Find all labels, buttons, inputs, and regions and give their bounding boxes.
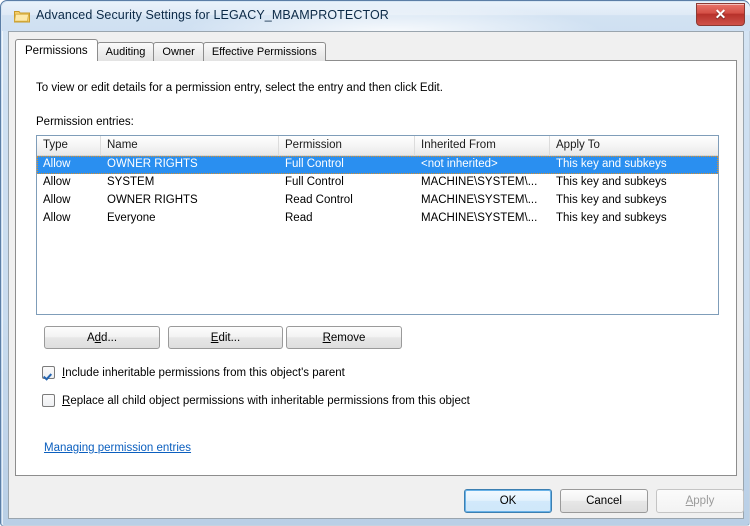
remove-button[interactable]: Remove	[286, 326, 402, 349]
cell-inherited-from: <not inherited>	[421, 158, 498, 170]
table-row[interactable]: Allow OWNER RIGHTS Full Control <not inheri…	[37, 156, 718, 174]
tab-strip: Permissions Auditing Owner Effective Per…	[15, 39, 326, 61]
replace-child-permissions-checkbox[interactable]	[42, 394, 55, 407]
table-row[interactable]: Allow SYSTEM Full Control MACHINE\SYSTEM\..…	[37, 174, 718, 192]
close-icon: ✕	[714, 6, 727, 22]
tab-permissions-label: Permissions	[25, 44, 88, 57]
tab-owner[interactable]: Owner	[153, 42, 204, 61]
include-inheritable-permissions-label: Include inheritable permissions from thi…	[62, 366, 345, 379]
table-row[interactable]: Allow OWNER RIGHTS Read Control MACHINE\SYS…	[37, 192, 718, 210]
add-button-label-post: d...	[101, 331, 118, 344]
column-header-type[interactable]: Type	[37, 136, 101, 156]
instruction-text: To view or edit details for a permission…	[36, 82, 443, 94]
ok-button[interactable]: OK	[464, 489, 552, 513]
dialog-client-area: Permissions Auditing Owner Effective Per…	[8, 31, 744, 519]
cell-type: Allow	[43, 158, 71, 170]
cell-type: Allow	[43, 194, 71, 206]
apply-button-accelerator: A	[685, 495, 694, 507]
add-button-label-pre: A	[86, 331, 95, 344]
window-title: Advanced Security Settings for LEGACY_MB…	[36, 8, 389, 22]
ok-button-label: OK	[499, 495, 517, 507]
column-header-inherited-from[interactable]: Inherited From	[415, 136, 550, 156]
cell-permission: Read Control	[285, 194, 353, 206]
list-body: Allow OWNER RIGHTS Full Control <not inheri…	[37, 156, 718, 228]
edit-button-label-post: dit...	[218, 331, 241, 344]
tab-auditing[interactable]: Auditing	[96, 42, 155, 61]
permission-entries-list[interactable]: Type Name Permission Inherited From Appl…	[36, 135, 719, 315]
cell-name: OWNER RIGHTS	[107, 158, 198, 170]
edit-button[interactable]: Edit...	[168, 326, 283, 349]
cell-inherited-from: MACHINE\SYSTEM\...	[421, 194, 538, 206]
cell-permission: Full Control	[285, 176, 344, 188]
dialog-window: Advanced Security Settings for LEGACY_MB…	[0, 0, 750, 526]
title-bar[interactable]: Advanced Security Settings for LEGACY_MB…	[2, 2, 750, 31]
tab-owner-label: Owner	[162, 46, 195, 58]
folder-icon	[14, 11, 30, 23]
cancel-button-label: Cancel	[586, 495, 622, 507]
column-header-name[interactable]: Name	[101, 136, 279, 156]
cell-name: OWNER RIGHTS	[107, 194, 198, 206]
close-button[interactable]: ✕	[696, 3, 745, 26]
tab-effective-permissions[interactable]: Effective Permissions	[202, 42, 326, 61]
cell-permission: Read	[285, 212, 313, 224]
managing-permission-entries-link[interactable]: Managing permission entries	[44, 442, 191, 454]
cell-type: Allow	[43, 176, 71, 188]
tab-auditing-label: Auditing	[105, 46, 146, 58]
cell-name: Everyone	[107, 212, 156, 224]
apply-button[interactable]: Apply	[656, 489, 744, 513]
list-header: Type Name Permission Inherited From Appl…	[37, 136, 718, 156]
cell-apply-to: This key and subkeys	[556, 158, 667, 170]
permissions-tab-panel: To view or edit details for a permission…	[15, 60, 737, 476]
cell-apply-to: This key and subkeys	[556, 176, 667, 188]
tab-effective-permissions-label: Effective Permissions	[211, 46, 317, 58]
column-header-apply-to[interactable]: Apply To	[550, 136, 718, 156]
replace-child-permissions-checkbox-row[interactable]: Replace all child object permissions wit…	[42, 394, 470, 407]
include-inheritable-permissions-checkbox[interactable]	[42, 366, 55, 379]
remove-button-accelerator: R	[322, 331, 331, 344]
edit-button-accelerator: E	[210, 331, 219, 344]
column-header-permission[interactable]: Permission	[279, 136, 415, 156]
cancel-button[interactable]: Cancel	[560, 489, 648, 513]
cell-permission: Full Control	[285, 158, 344, 170]
add-button[interactable]: Ad d...	[44, 326, 160, 349]
permission-entries-label: Permission entries:	[36, 116, 134, 128]
include-inheritable-permissions-checkbox-row[interactable]: Include inheritable permissions from thi…	[42, 366, 345, 379]
tab-permissions[interactable]: Permissions	[15, 39, 98, 61]
table-row[interactable]: Allow Everyone Read MACHINE\SYSTEM\... This …	[37, 210, 718, 228]
cell-inherited-from: MACHINE\SYSTEM\...	[421, 176, 538, 188]
cell-apply-to: This key and subkeys	[556, 194, 667, 206]
remove-button-label-post: emove	[330, 331, 366, 344]
apply-button-label-post: pply	[693, 495, 715, 507]
cell-inherited-from: MACHINE\SYSTEM\...	[421, 212, 538, 224]
cell-name: SYSTEM	[107, 176, 155, 188]
cell-apply-to: This key and subkeys	[556, 212, 667, 224]
replace-child-permissions-label: Replace all child object permissions wit…	[62, 394, 470, 407]
cell-type: Allow	[43, 212, 71, 224]
